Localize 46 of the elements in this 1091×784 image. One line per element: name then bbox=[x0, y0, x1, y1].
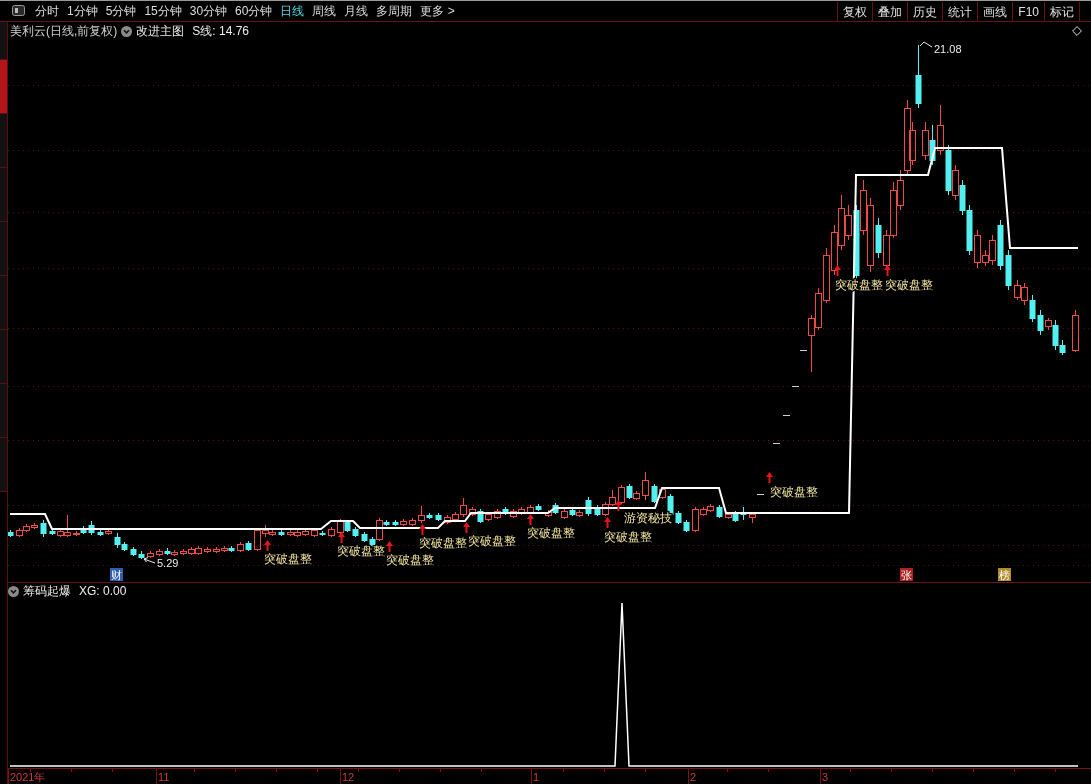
period-tab[interactable]: 多周期 bbox=[376, 1, 413, 21]
period-tab[interactable]: 分时 bbox=[35, 1, 59, 21]
indicator-reading: S线: 14.76 bbox=[192, 23, 250, 40]
period-tab[interactable]: 60分钟 bbox=[235, 1, 273, 21]
period-tab[interactable]: 周线 bbox=[312, 1, 337, 21]
period-tab[interactable]: 更多 > bbox=[420, 1, 455, 21]
side-tab[interactable] bbox=[0, 330, 7, 384]
side-tab[interactable] bbox=[0, 60, 7, 114]
toolbar-button[interactable]: F10 bbox=[1012, 2, 1044, 21]
chevron-down-icon[interactable] bbox=[121, 25, 133, 37]
period-tab[interactable]: 月线 bbox=[344, 1, 369, 21]
toolbar-button[interactable]: 标记 bbox=[1044, 2, 1079, 21]
side-tab[interactable] bbox=[0, 168, 7, 222]
side-tab[interactable] bbox=[0, 276, 7, 330]
side-tab[interactable] bbox=[0, 438, 7, 492]
panel-toggle-icon[interactable] bbox=[12, 5, 25, 16]
axis-label: 2021年 bbox=[10, 771, 46, 783]
toolbar-button[interactable]: 历史 bbox=[907, 2, 943, 21]
toolbar-button[interactable]: 复权 bbox=[837, 2, 873, 21]
diamond-icon[interactable] bbox=[1072, 26, 1082, 36]
period-tab[interactable]: 15分钟 bbox=[144, 1, 182, 21]
side-tab[interactable] bbox=[0, 114, 7, 168]
toolbar-button[interactable]: 统计 bbox=[942, 2, 978, 21]
side-tab[interactable] bbox=[0, 222, 7, 276]
period-tab[interactable]: 30分钟 bbox=[189, 1, 228, 21]
indicator-name[interactable]: 筹码起爆 bbox=[23, 583, 71, 600]
axis-label: 1 bbox=[533, 771, 540, 783]
toolbar-button[interactable]: 叠加 bbox=[872, 2, 908, 21]
side-tab[interactable] bbox=[0, 22, 7, 60]
period-tab[interactable]: 日线 bbox=[280, 1, 305, 21]
stock-title: 美利云(日线,前复权) bbox=[10, 23, 118, 40]
event-marker: 财 bbox=[110, 568, 123, 581]
side-tab[interactable] bbox=[0, 384, 7, 438]
toolbar-button[interactable]: 画线 bbox=[977, 2, 1013, 21]
period-tab[interactable]: 1分钟 bbox=[67, 1, 98, 21]
period-tab[interactable]: 5分钟 bbox=[105, 1, 137, 21]
price-label: 5.29 bbox=[157, 557, 179, 569]
chevron-down-icon[interactable] bbox=[8, 586, 19, 597]
axis-label: 12 bbox=[342, 771, 355, 783]
event-marker: 榜 bbox=[998, 568, 1011, 581]
event-marker: 张 bbox=[900, 568, 913, 581]
indicator-reading: XG: 0.00 bbox=[79, 583, 127, 600]
axis-label: 3 bbox=[822, 771, 829, 783]
axis-label: 11 bbox=[158, 771, 170, 783]
indicator-name[interactable]: 改进主图 bbox=[136, 22, 185, 40]
axis-label: 2 bbox=[690, 771, 697, 783]
